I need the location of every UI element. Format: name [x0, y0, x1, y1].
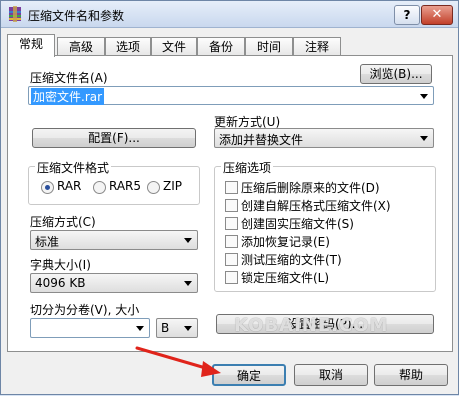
tab-files[interactable]: 文件: [151, 37, 197, 56]
dict-value: 4096 KB: [35, 276, 86, 290]
option-test: 测试压缩的文件(T): [241, 253, 342, 267]
radio-rar5[interactable]: [93, 181, 106, 194]
split-unit-select[interactable]: B: [156, 318, 198, 338]
checkbox-lock[interactable]: [225, 271, 238, 284]
method-value: 标准: [35, 235, 60, 249]
checkbox-solid[interactable]: [225, 217, 238, 230]
tab-backup[interactable]: 备份: [197, 37, 245, 56]
tab-options[interactable]: 选项: [105, 37, 151, 56]
general-panel: 压缩文件名(A) 浏览(B)... 加密文件.rar 更新方式(U) 添加并替换…: [7, 55, 453, 352]
method-label: 压缩方式(C): [30, 215, 96, 229]
archive-name-label: 压缩文件名(A): [30, 71, 108, 85]
option-sfx: 创建自解压格式压缩文件(X): [241, 199, 391, 213]
checkbox-delete-after[interactable]: [225, 181, 238, 194]
checkbox-test[interactable]: [225, 253, 238, 266]
help-button[interactable]: 帮助: [374, 364, 448, 386]
options-group: 压缩选项 压缩后删除原来的文件(D) 创建自解压格式压缩文件(X) 创建固实压缩…: [214, 159, 436, 292]
chevron-down-icon[interactable]: [136, 326, 144, 331]
split-input[interactable]: [30, 318, 150, 338]
archive-name-value: 加密文件.rar: [31, 88, 105, 105]
chevron-down-icon[interactable]: [184, 281, 192, 286]
profiles-button[interactable]: 配置(F)...: [32, 128, 196, 148]
checkbox-recovery[interactable]: [225, 235, 238, 248]
cancel-button[interactable]: 取消: [294, 364, 368, 386]
radio-rar-label: RAR: [57, 179, 82, 193]
chevron-down-icon[interactable]: [184, 326, 192, 331]
update-mode-value: 添加并替换文件: [219, 133, 304, 147]
method-select[interactable]: 标准: [30, 230, 198, 250]
update-mode-select[interactable]: 添加并替换文件: [214, 128, 434, 148]
option-lock: 锁定压缩文件(L): [241, 271, 330, 285]
archive-name-input[interactable]: 加密文件.rar: [28, 86, 434, 105]
chevron-down-icon[interactable]: [420, 136, 428, 141]
option-solid: 创建固实压缩文件(S): [241, 217, 354, 231]
dict-label: 字典大小(I): [30, 258, 91, 272]
radio-zip[interactable]: [147, 181, 160, 194]
chevron-down-icon[interactable]: [184, 238, 192, 243]
close-button[interactable]: ✕: [421, 5, 453, 25]
chevron-down-icon[interactable]: [420, 94, 428, 99]
options-group-title: 压缩选项: [221, 159, 274, 176]
dialog-window: 压缩文件名和参数 ? ✕ 常规 高级 选项 文件 备份 时间 注释 压缩文件名(…: [0, 0, 459, 395]
option-recovery: 添加恢复记录(E): [241, 235, 330, 249]
tab-advanced[interactable]: 高级: [57, 37, 105, 56]
dict-select[interactable]: 4096 KB: [30, 273, 198, 293]
tab-general[interactable]: 常规: [7, 34, 55, 57]
radio-rar[interactable]: [41, 181, 54, 194]
split-label: 切分为分卷(V), 大小: [30, 303, 140, 317]
radio-zip-label: ZIP: [163, 179, 182, 193]
radio-rar5-label: RAR5: [109, 179, 142, 193]
tab-time[interactable]: 时间: [245, 37, 293, 56]
checkbox-sfx[interactable]: [225, 199, 238, 212]
tab-comment[interactable]: 注释: [293, 37, 341, 56]
winrar-icon: [9, 6, 21, 22]
browse-button[interactable]: 浏览(B)...: [360, 64, 432, 84]
window-title: 压缩文件名和参数: [28, 9, 125, 23]
format-group-title: 压缩文件格式: [35, 159, 112, 176]
format-group: 压缩文件格式 RAR RAR5 ZIP: [28, 159, 200, 205]
split-unit-value: B: [161, 321, 170, 335]
ok-button[interactable]: 确定: [212, 364, 286, 386]
title-bar: 压缩文件名和参数 ? ✕: [1, 1, 458, 28]
option-delete-after: 压缩后删除原来的文件(D): [241, 181, 380, 195]
title-help-button[interactable]: ?: [394, 5, 420, 25]
watermark-logo: KOBAINE.COM: [234, 315, 389, 336]
